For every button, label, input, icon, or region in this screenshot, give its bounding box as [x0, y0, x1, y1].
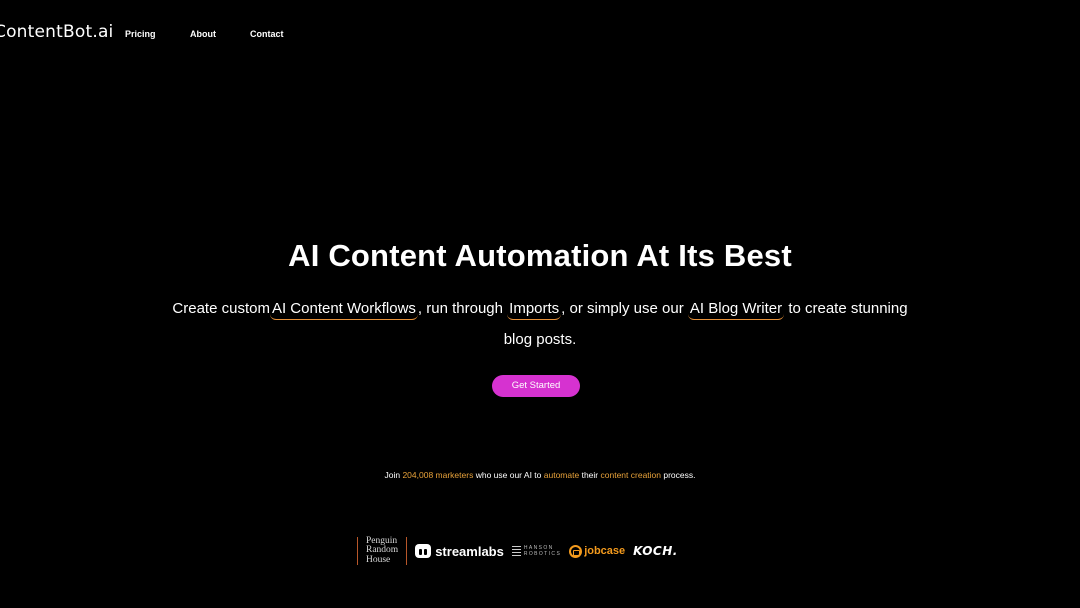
- link-ai-content-workflows[interactable]: AI Content Workflows: [269, 299, 418, 320]
- streamlabs-icon: [415, 544, 432, 558]
- jobcase-icon: [569, 544, 583, 558]
- marketer-count: 204,008 marketers: [402, 470, 474, 480]
- get-started-button[interactable]: Get Started: [492, 375, 580, 397]
- proof-part1: Join: [384, 470, 401, 480]
- hanson-robotics-logo: HANSON ROBOTICS: [511, 545, 562, 557]
- proof-automate: automate: [543, 470, 580, 480]
- nav-link-about[interactable]: About: [190, 29, 216, 39]
- nav-link-pricing[interactable]: Pricing: [125, 29, 156, 39]
- proof-part2: who use our AI to: [475, 470, 542, 480]
- penguin-random-house-logo: Penguin Random House: [357, 536, 408, 565]
- streamlabs-logo: streamlabs: [415, 544, 504, 559]
- landing-page: ContentBot.ai Pricing About Contact AI C…: [0, 0, 1080, 608]
- brand-logo[interactable]: ContentBot.ai: [0, 22, 113, 42]
- hanson-logo-line2: ROBOTICS: [523, 551, 562, 557]
- jobcase-logo: jobcase: [569, 544, 626, 558]
- hero-title: AI Content Automation At Its Best: [288, 238, 792, 273]
- koch-logo: KOCH.: [633, 544, 678, 558]
- nav-link-contact[interactable]: Contact: [250, 29, 284, 39]
- hero-subtitle-part2: , run through: [417, 300, 503, 317]
- proof-part3: their: [581, 470, 599, 480]
- social-proof-text: Join 204,008 marketers who use our AI to…: [0, 470, 1080, 480]
- hero-subtitle-part1: Create custom: [172, 300, 270, 317]
- penguin-logo-line3: House: [366, 554, 391, 565]
- customer-logos: Penguin Random House streamlabs HANSON R…: [357, 536, 678, 566]
- hanson-robotics-icon: [511, 546, 521, 556]
- jobcase-wordmark: jobcase: [584, 545, 626, 557]
- link-ai-blog-writer[interactable]: AI Blog Writer: [687, 299, 785, 320]
- proof-part4: process.: [663, 470, 696, 480]
- link-imports[interactable]: Imports: [507, 299, 562, 320]
- proof-content-creation: content creation: [600, 470, 661, 480]
- streamlabs-wordmark: streamlabs: [435, 543, 504, 559]
- hero-subtitle-part3: , or simply use our: [561, 300, 684, 317]
- hero-subtitle: Create custom AI Content Workflows, run t…: [170, 293, 910, 355]
